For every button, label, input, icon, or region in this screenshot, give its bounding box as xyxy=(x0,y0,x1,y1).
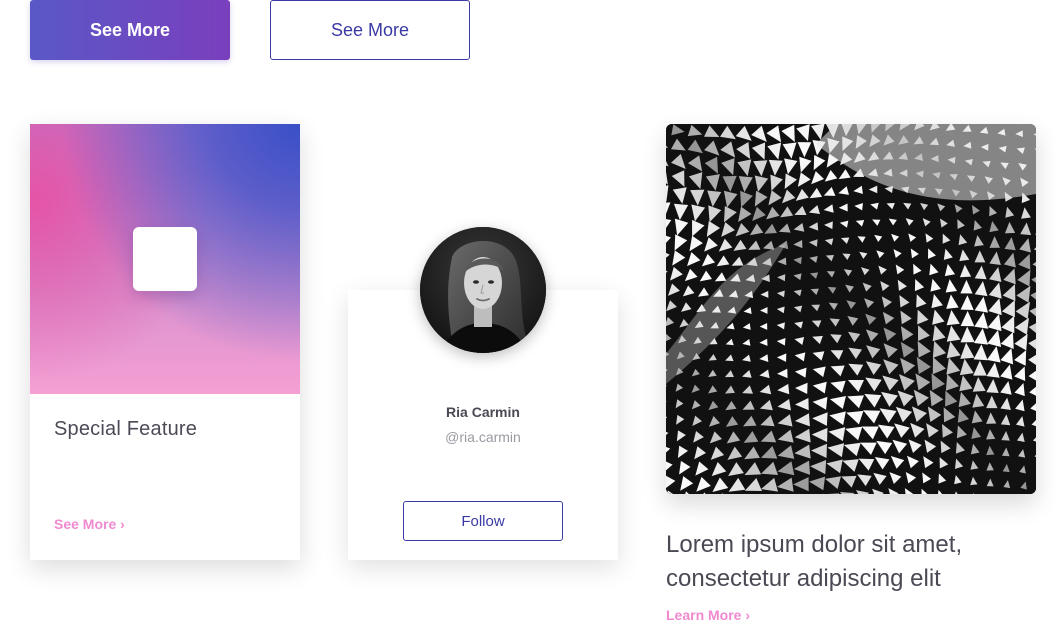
article-learn-more-link[interactable]: Learn More › xyxy=(666,607,750,623)
article-image[interactable] xyxy=(666,124,1036,494)
feature-see-more-link[interactable]: See More › xyxy=(54,516,125,532)
see-more-outline-button[interactable]: See More xyxy=(270,0,470,60)
feature-hero-gradient xyxy=(30,124,300,394)
feature-card: Special Feature See More › xyxy=(30,124,300,560)
profile-handle: @ria.carmin xyxy=(445,429,521,445)
feature-title: Special Feature xyxy=(54,418,198,440)
architecture-pattern-image xyxy=(666,124,1036,494)
profile-name: Ria Carmin xyxy=(446,404,520,420)
see-more-gradient-button[interactable]: See More xyxy=(30,0,230,60)
article-title: Lorem ipsum dolor sit amet, consectetur … xyxy=(666,531,963,592)
avatar-portrait-image xyxy=(420,227,546,353)
follow-button[interactable]: Follow xyxy=(403,501,563,541)
feature-icon xyxy=(133,227,197,291)
avatar xyxy=(420,227,546,353)
